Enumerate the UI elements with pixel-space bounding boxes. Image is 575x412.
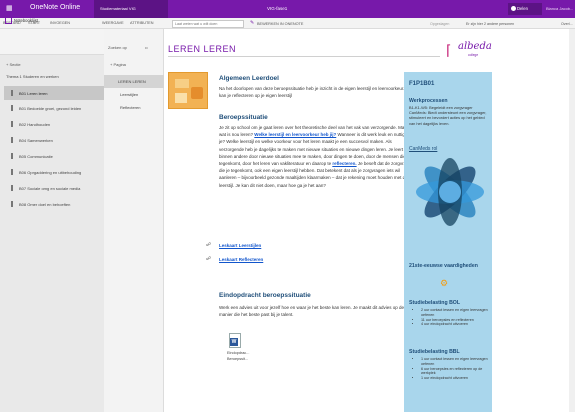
- heading-leerdoel: Algemeen Leerdoel: [219, 75, 279, 82]
- breadcrumb-notebook[interactable]: Studiemateriaal VIG: [100, 6, 136, 11]
- add-page-button[interactable]: + Pagina: [110, 62, 126, 67]
- share-button[interactable]: Delen: [508, 3, 542, 15]
- section-item[interactable]: B06 Oprgaddering en uitbehouding: [4, 165, 104, 179]
- logo-mark-icon: ⌈: [446, 42, 452, 58]
- tell-me-input[interactable]: Laat weten wat u wilt doen: [172, 19, 244, 28]
- heading-eindopdracht: Eindopdracht beroepssituatie: [219, 292, 311, 299]
- attachment-caption[interactable]: Eindopdrac...: [227, 351, 249, 355]
- page-item[interactable]: LEREN LEREN: [104, 75, 164, 88]
- notebook-header: [0, 29, 104, 55]
- section-item[interactable]: B01 Bedoelde groei, gezond leiden: [4, 101, 104, 115]
- paragraph-beroepssituatie: Je zit op school om je gaat leren over h…: [219, 125, 415, 188]
- page-title[interactable]: LEREN LEREN: [168, 44, 440, 57]
- bbl-heading: Studiebelasting BBL: [409, 349, 460, 355]
- page-item[interactable]: Reflecteren: [104, 101, 164, 114]
- search-pages[interactable]: Zoeken op: [108, 45, 127, 50]
- word-document-icon[interactable]: W: [229, 333, 241, 348]
- add-section-button[interactable]: + Sectie: [6, 62, 21, 67]
- bbl-list: 1 uur contact lessen en eigen leervragen…: [413, 357, 489, 381]
- notebook-list-link[interactable]: Notebooklijst: [14, 18, 38, 23]
- editors-indicator[interactable]: Er zijn hier 2 andere personen: [466, 22, 514, 26]
- notebook-icon[interactable]: [5, 16, 12, 24]
- document-title: VIG-fase1: [267, 6, 288, 11]
- canmeds-link[interactable]: CanMeds rol: [409, 146, 437, 152]
- list-item: 4 uur eindopdracht uitvoeren: [421, 322, 489, 327]
- section-item[interactable]: B07 Sociale omg en sociale media: [4, 181, 104, 195]
- werkprocessen-heading: Werkprocessen: [409, 98, 448, 104]
- bol-heading: Studiebelasting BOL: [409, 300, 461, 306]
- user-name[interactable]: Bianca Jacob...: [546, 6, 573, 11]
- app-launcher-icon[interactable]: ▦: [6, 5, 14, 13]
- section-item[interactable]: B08 Omer doel en behoeften: [4, 197, 104, 211]
- vaardigheden-heading: 21ste-eeuwse vaardigheden: [409, 263, 478, 269]
- sidebar-code: F1P1B01: [409, 81, 435, 87]
- tab-invoegen[interactable]: INVOEGEN: [50, 21, 70, 25]
- list-item: 6 uur beroepsles en reflecteren op de we…: [421, 367, 489, 377]
- heading-beroepssituatie: Beroepssituatie: [219, 114, 268, 121]
- leskaart-leerstijlen-link[interactable]: Leskaart Leerstijlen: [219, 243, 261, 248]
- list-item: 2 uur contact lessen en eigen leervragen…: [421, 308, 489, 318]
- leskaart-reflecteren-link[interactable]: Leskaart Reflecteren: [219, 257, 263, 262]
- link-icon: ☍: [206, 242, 212, 248]
- section-item[interactable]: B05 Communicatie: [4, 149, 104, 163]
- gear-icon: ⚙: [440, 278, 449, 288]
- section-item[interactable]: B02 Handhouden: [4, 117, 104, 131]
- sort-icon[interactable]: ••: [145, 45, 148, 50]
- check-button[interactable]: Overl...: [561, 22, 573, 26]
- share-label: Delen: [517, 6, 528, 11]
- title-bar: ▦ OneNote Online Studiemateriaal VIG VIG…: [0, 0, 575, 18]
- tab-attributen[interactable]: ATTRIBUTEN: [130, 21, 154, 25]
- vertical-scrollbar[interactable]: [569, 29, 575, 412]
- leerstijl-link[interactable]: Welke leerstijl en leervoorkeur heb jij?: [254, 132, 336, 137]
- werkprocessen-text: B1-K1-W5: Begeleidt een zorgvrager CanMe…: [409, 105, 487, 126]
- onenote-icon: ✎: [250, 20, 255, 26]
- paragraph-leerdoel: Na het doorlopen van deze beroepssituati…: [219, 86, 414, 99]
- reflecteren-link[interactable]: reflecteren.: [332, 161, 356, 166]
- edit-in-onenote-button[interactable]: BEWERKEN IN ONENOTE: [257, 22, 303, 26]
- section-item[interactable]: B01 Leren leren: [4, 86, 104, 100]
- tab-weergave[interactable]: WEERGAVE: [102, 21, 124, 25]
- save-status: Opgeslagen: [430, 21, 450, 26]
- logo-sub: college: [468, 53, 479, 57]
- paragraph-eindopdracht: Werk een advies uit voor jezelf hoe en w…: [219, 305, 405, 318]
- canmeds-diagram: [416, 158, 484, 226]
- logo-name: albeda: [458, 41, 492, 52]
- page-item[interactable]: Leerstijlen: [104, 88, 164, 101]
- person-icon: [511, 6, 516, 11]
- albeda-logo: ⌈ albeda college: [446, 41, 496, 59]
- link-icon: ☍: [206, 256, 212, 262]
- illustration-image: [168, 72, 208, 109]
- list-item: 1 uur eindopdracht uitvoeren: [421, 376, 489, 381]
- attachment-caption[interactable]: Beroepssit...: [227, 357, 248, 361]
- section-group[interactable]: Thema 1 Studeren en werken: [6, 74, 59, 79]
- ribbon: BESTAND START INVOEGEN WEERGAVE ATTRIBUT…: [0, 18, 575, 29]
- bol-list: 2 uur contact lessen en eigen leervragen…: [413, 308, 489, 327]
- list-item: 1 uur contact lessen en eigen leervragen…: [421, 357, 489, 367]
- section-item[interactable]: B04 Samenwerken: [4, 133, 104, 147]
- app-name[interactable]: OneNote Online: [30, 4, 80, 11]
